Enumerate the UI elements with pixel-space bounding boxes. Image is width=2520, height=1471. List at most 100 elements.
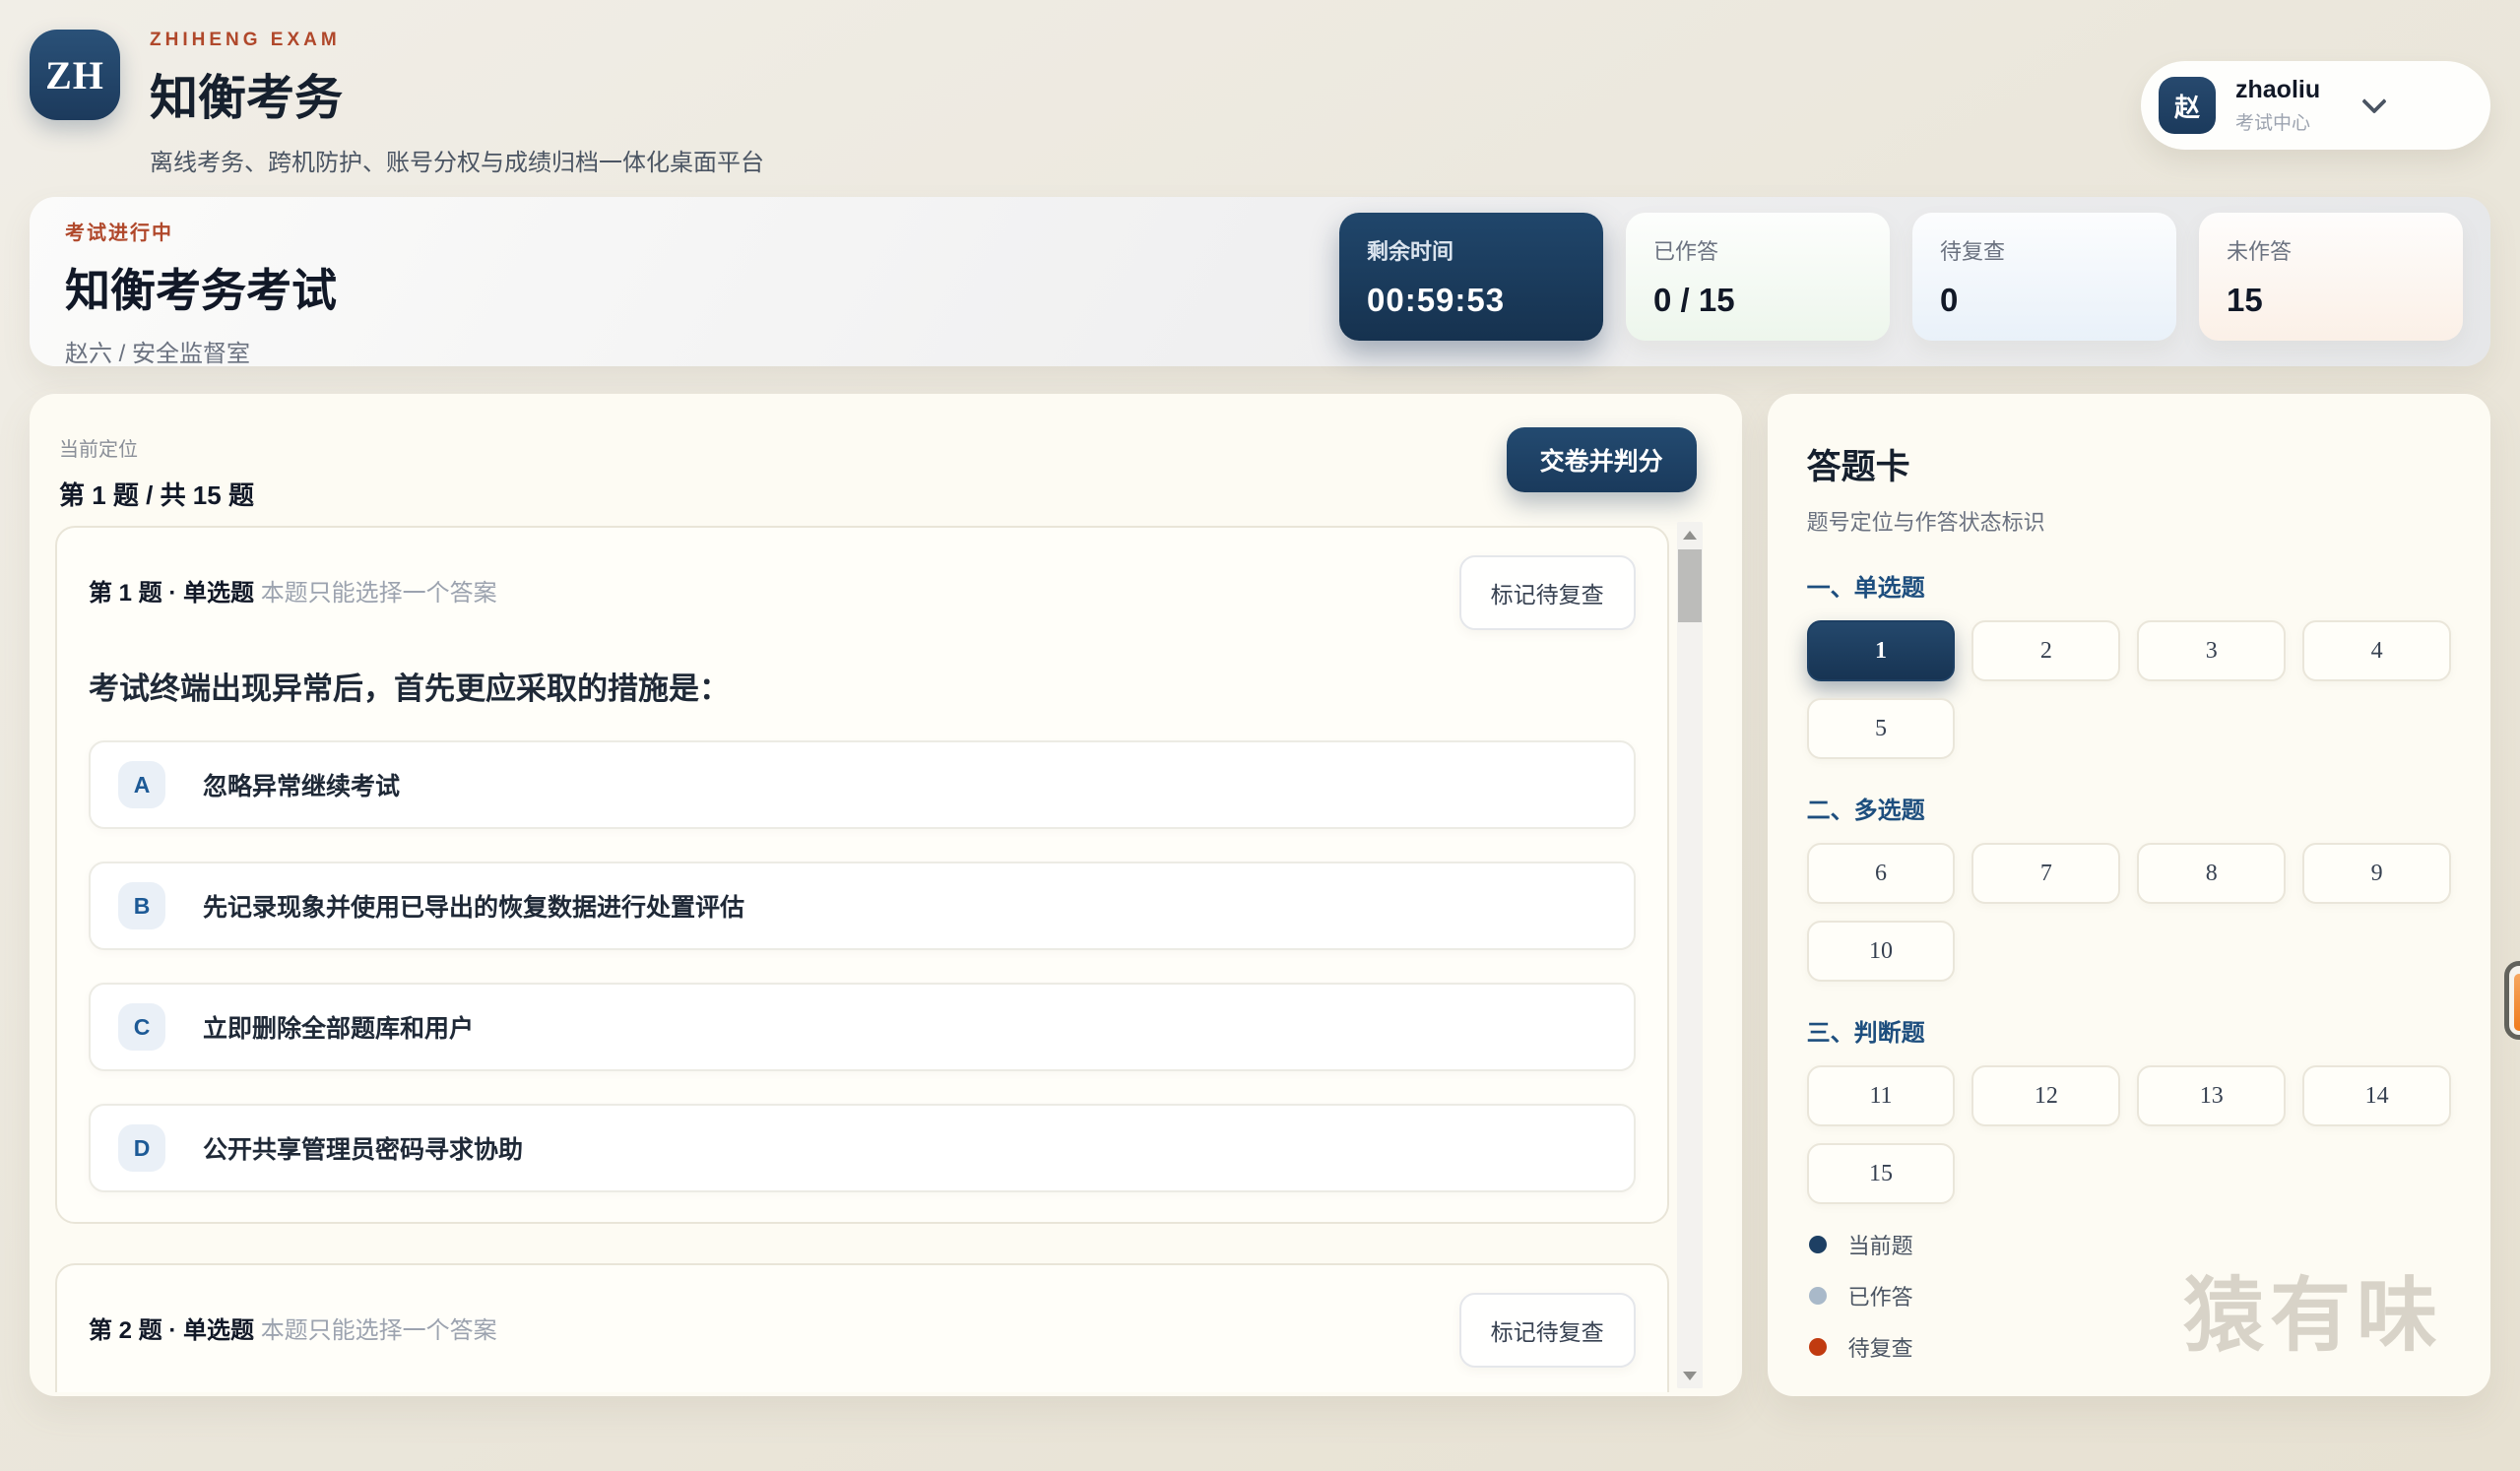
- option-d[interactable]: D 公开共享管理员密码寻求协助: [89, 1104, 1636, 1192]
- page-scroll-thumb: [2514, 974, 2520, 1031]
- stat-answered: 已作答 0 / 15: [1626, 213, 1890, 341]
- scrollbar-thumb[interactable]: [1678, 549, 1702, 622]
- tile-grid-multi: 6 7 8 9 10: [1807, 843, 2451, 982]
- exam-banner: 考试进行中 知衡考务考试 赵六 / 安全监督室 剩余时间 00:59:53 已作…: [30, 197, 2490, 366]
- stat-value: 0 / 15: [1653, 282, 1862, 319]
- stat-cards: 剩余时间 00:59:53 已作答 0 / 15 待复查 0 未作答 15: [1339, 213, 2463, 341]
- question-number-tile-6[interactable]: 6: [1807, 843, 1956, 904]
- question-number-tile-2[interactable]: 2: [1971, 620, 2120, 681]
- stat-remaining-time: 剩余时间 00:59:53: [1339, 213, 1603, 341]
- scroll-up-icon[interactable]: [1677, 522, 1703, 547]
- app-header: ZH ZHIHENG EXAM 知衡考务 离线考务、跨机防护、账号分权与成绩归档…: [0, 0, 2520, 177]
- option-c[interactable]: C 立即删除全部题库和用户: [89, 983, 1636, 1071]
- legend-label: 已作答: [1848, 1280, 1913, 1311]
- answer-card-title: 答题卡: [1807, 439, 2451, 489]
- question-header: 第 1 题 · 单选题 本题只能选择一个答案 标记待复查: [89, 555, 1636, 630]
- option-letter-badge: A: [118, 761, 165, 808]
- scroll-down-icon[interactable]: [1677, 1363, 1703, 1388]
- question-header-text: 第 2 题 · 单选题 本题只能选择一个答案: [89, 1293, 497, 1345]
- option-a[interactable]: A 忽略异常继续考试: [89, 740, 1636, 829]
- current-question-dot-icon: [1809, 1236, 1827, 1253]
- option-letter-badge: D: [118, 1124, 165, 1172]
- user-info: zhaoliu 考试中心: [2235, 76, 2320, 135]
- option-letter-badge: B: [118, 882, 165, 929]
- brand-title: 知衡考务: [150, 59, 764, 129]
- question-number-tile-7[interactable]: 7: [1971, 843, 2120, 904]
- stat-value: 00:59:53: [1367, 282, 1576, 319]
- question-number-tile-5[interactable]: 5: [1807, 698, 1956, 759]
- brand-subtitle: 离线考务、跨机防护、账号分权与成绩归档一体化桌面平台: [150, 143, 764, 177]
- legend-answered: 已作答: [1809, 1280, 1913, 1311]
- legend-label: 当前题: [1848, 1229, 1913, 1260]
- answer-card-subtitle: 题号定位与作答状态标识: [1807, 505, 2451, 537]
- question-number-tile-14[interactable]: 14: [2302, 1065, 2451, 1126]
- question-number-tile-15[interactable]: 15: [1807, 1143, 1956, 1204]
- main-content: 当前定位 第 1 题 / 共 15 题 交卷并判分 第 1 题 · 单选题 本题…: [30, 394, 2490, 1396]
- answered-dot-icon: [1809, 1287, 1827, 1305]
- question-scroll-area[interactable]: 第 1 题 · 单选题 本题只能选择一个答案 标记待复查 考试终端出现异常后，首…: [55, 526, 1669, 1392]
- question-number-tile-3[interactable]: 3: [2137, 620, 2286, 681]
- question-toolbar: 当前定位 第 1 题 / 共 15 题 交卷并判分: [55, 433, 1669, 522]
- section-single-choice: 一、单选题: [1807, 568, 2451, 603]
- question-card-1: 第 1 题 · 单选题 本题只能选择一个答案 标记待复查 考试终端出现异常后，首…: [55, 526, 1669, 1224]
- brand-eyebrow: ZHIHENG EXAM: [150, 30, 764, 51]
- question-index: 第 1 题 · 单选题: [89, 580, 254, 607]
- brand-logo: ZH: [30, 30, 120, 120]
- chevron-down-icon: [2361, 89, 2386, 113]
- stat-flagged: 待复查 0: [1912, 213, 2176, 341]
- position-value: 第 1 题 / 共 15 题: [59, 476, 1669, 512]
- question-number-tile-13[interactable]: 13: [2137, 1065, 2286, 1126]
- legend-flagged: 待复查: [1809, 1331, 1913, 1363]
- option-text: 忽略异常继续考试: [203, 767, 400, 802]
- question-number-tile-4[interactable]: 4: [2302, 620, 2451, 681]
- user-name: zhaoliu: [2235, 76, 2320, 104]
- question-scrollbar[interactable]: [1677, 522, 1703, 1388]
- legend-current: 当前题: [1809, 1229, 1913, 1260]
- option-b[interactable]: B 先记录现象并使用已导出的恢复数据进行处置评估: [89, 862, 1636, 950]
- tile-grid-single: 1 2 3 4 5: [1807, 620, 2451, 759]
- stat-value: 15: [2227, 282, 2435, 319]
- stat-value: 0: [1940, 282, 2149, 319]
- question-number-tile-9[interactable]: 9: [2302, 843, 2451, 904]
- legend-label: 待复查: [1848, 1331, 1913, 1363]
- section-multi-choice: 二、多选题: [1807, 791, 2451, 825]
- question-number-tile-8[interactable]: 8: [2137, 843, 2286, 904]
- submit-exam-button[interactable]: 交卷并判分: [1507, 427, 1697, 492]
- user-menu[interactable]: 赵 zhaoliu 考试中心: [2141, 61, 2490, 150]
- exam-app: ZH ZHIHENG EXAM 知衡考务 离线考务、跨机防护、账号分权与成绩归档…: [0, 0, 2520, 1471]
- option-text: 先记录现象并使用已导出的恢复数据进行处置评估: [203, 888, 744, 924]
- stat-unanswered: 未作答 15: [2199, 213, 2463, 341]
- question-number-tile-1[interactable]: 1: [1807, 620, 1956, 681]
- option-text: 公开共享管理员密码寻求协助: [203, 1130, 523, 1166]
- question-header: 第 2 题 · 单选题 本题只能选择一个答案 标记待复查: [89, 1293, 1636, 1368]
- answer-card-panel: 答题卡 题号定位与作答状态标识 一、单选题 1 2 3 4 5 二、多选题 6 …: [1768, 394, 2490, 1396]
- watermark: 猿有味: [2183, 1249, 2443, 1367]
- flagged-dot-icon: [1809, 1338, 1827, 1356]
- stat-label: 未作答: [2227, 234, 2435, 266]
- mark-review-button[interactable]: 标记待复查: [1459, 1293, 1636, 1368]
- brand-block: ZHIHENG EXAM 知衡考务 离线考务、跨机防护、账号分权与成绩归档一体化…: [150, 26, 764, 177]
- page-scroll-indicator[interactable]: [2504, 961, 2520, 1040]
- question-header-text: 第 1 题 · 单选题 本题只能选择一个答案: [89, 555, 497, 608]
- stat-label: 剩余时间: [1367, 234, 1576, 266]
- question-number-tile-10[interactable]: 10: [1807, 921, 1956, 982]
- question-note: 本题只能选择一个答案: [261, 580, 497, 607]
- question-number-tile-11[interactable]: 11: [1807, 1065, 1956, 1126]
- question-panel: 当前定位 第 1 题 / 共 15 题 交卷并判分 第 1 题 · 单选题 本题…: [30, 394, 1742, 1396]
- question-card-2: 第 2 题 · 单选题 本题只能选择一个答案 标记待复查 用户导入模板中的“状态…: [55, 1263, 1669, 1392]
- question-index: 第 2 题 · 单选题: [89, 1317, 254, 1344]
- position-label: 当前定位: [59, 433, 1669, 462]
- tile-grid-judge: 11 12 13 14 15: [1807, 1065, 2451, 1204]
- section-true-false: 三、判断题: [1807, 1013, 2451, 1048]
- user-role: 考试中心: [2235, 108, 2320, 135]
- stat-label: 待复查: [1940, 234, 2149, 266]
- question-text: 考试终端出现异常后，首先更应采取的措施是：: [89, 664, 1636, 708]
- status-legend: 当前题 已作答 待复查: [1809, 1209, 1913, 1363]
- option-letter-badge: C: [118, 1003, 165, 1051]
- question-number-tile-12[interactable]: 12: [1971, 1065, 2120, 1126]
- stat-label: 已作答: [1653, 234, 1862, 266]
- mark-review-button[interactable]: 标记待复查: [1459, 555, 1636, 630]
- avatar: 赵: [2159, 77, 2216, 134]
- option-text: 立即删除全部题库和用户: [203, 1009, 474, 1045]
- question-note: 本题只能选择一个答案: [261, 1317, 497, 1344]
